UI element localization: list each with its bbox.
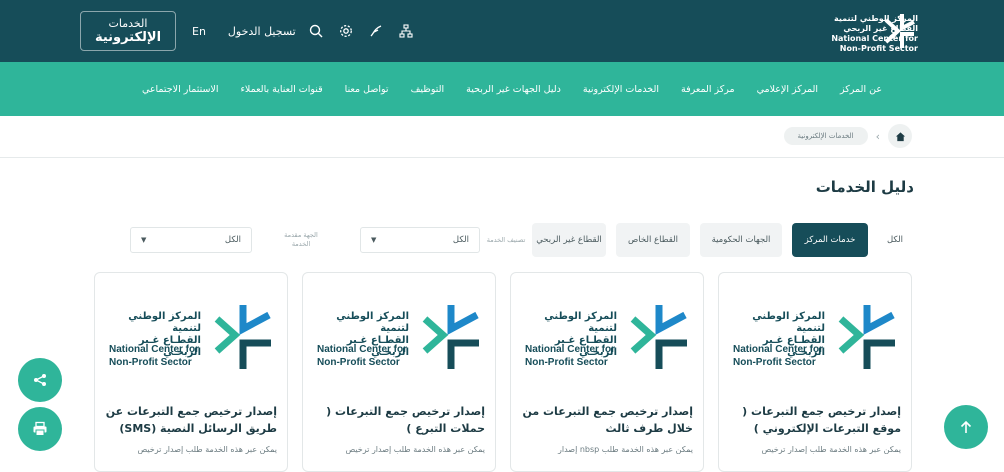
logo-en-line: National Center for <box>109 344 200 355</box>
filter-chip-nonprofit[interactable]: القطاع غير الربحي <box>532 223 606 257</box>
nav-item-nonprofit-directory[interactable]: دليل الجهات غير الربحية <box>466 84 561 95</box>
logo-en-line: Non-Profit Sector <box>525 357 608 368</box>
ncnp-mark-icon <box>214 305 271 369</box>
logo-text-en: National Center for Non-Profit Sector <box>525 343 615 369</box>
eservices-button[interactable]: الخدمات الإلكترونية <box>80 11 176 51</box>
nav-item-customer-care[interactable]: قنوات العناية بالعملاء <box>240 84 322 95</box>
ncnp-card-logo: المركز الوطني لتنمية القطـاع غـير الربحـ… <box>731 301 901 371</box>
chevron-left-icon: ‹ <box>875 129 880 143</box>
filter-chip-private-sector[interactable]: القطاع الخاص <box>616 223 690 257</box>
arrow-up-icon <box>960 420 972 433</box>
logo-ar-line: المركز الوطني لتنمية <box>752 311 825 334</box>
service-card-title[interactable]: إصدار ترخيص جمع التبرعات من خلال طرف ثال… <box>521 403 693 437</box>
nav-item-jobs[interactable]: التوظيف <box>411 84 445 95</box>
ncnp-card-logo: المركز الوطني لتنمية القطـاع غـير الربحـ… <box>523 301 693 371</box>
classification-label: تصنيف الخدمة <box>486 235 526 244</box>
accessibility-icon[interactable] <box>366 21 386 41</box>
ncnp-card-logo: المركز الوطني لتنمية القطـاع غـير الربحـ… <box>315 301 485 371</box>
login-link[interactable]: تسجيل الدخول <box>228 25 296 38</box>
service-card-desc: يمكن عبر هذه الخدمة طلب إصدار ترخيص <box>137 445 277 454</box>
print-button[interactable] <box>18 407 62 451</box>
share-icon <box>34 374 46 386</box>
filter-chip-center-services[interactable]: خدمات المركز <box>792 223 868 257</box>
logo-ar-line: المركز الوطني لتنمية <box>128 311 201 334</box>
caret-down-icon: ▼ <box>371 236 377 244</box>
nav-item-about[interactable]: عن المركز <box>840 84 882 95</box>
service-card[interactable]: المركز الوطني لتنمية القطـاع غـير الربحـ… <box>718 272 912 472</box>
service-card[interactable]: المركز الوطني لتنمية القطـاع غـير الربحـ… <box>94 272 288 472</box>
service-card-desc: يمكن عبر هذه الخدمة طلب إصدار ترخيص <box>761 445 901 454</box>
logo-ar-line: المركز الوطني لتنمية <box>336 311 409 334</box>
breadcrumb: ‹ الخدمات الإلكترونية <box>783 124 912 148</box>
provider-select[interactable]: الكل ▼ <box>130 227 252 253</box>
eservices-label-2: الإلكترونية <box>94 30 162 45</box>
nav-item-eservices[interactable]: الخدمات الإلكترونية <box>583 84 659 95</box>
service-card-title[interactable]: إصدار ترخيص جمع التبرعات ( موقع التبرعات… <box>729 403 901 437</box>
caret-down-icon: ▼ <box>141 236 147 244</box>
brand-line: القطاع غير الربحي <box>843 24 918 33</box>
logo-en-line: National Center for <box>733 344 824 355</box>
service-card-desc: يمكن عبر هذه الخدمة طلب nbsp إصدار <box>557 445 693 454</box>
nav-item-contact[interactable]: تواصل معنا <box>345 84 389 95</box>
provider-label: الجهة مقدمة الخدمة <box>284 231 318 248</box>
classification-value: الكل <box>452 235 469 245</box>
logo-text-en: National Center for Non-Profit Sector <box>109 343 199 369</box>
eservices-label-1: الخدمات <box>108 17 148 30</box>
ncnp-card-logo: المركز الوطني لتنمية القطـاع غـير الربحـ… <box>107 301 277 371</box>
filter-chip-government[interactable]: الجهات الحكومية <box>700 223 782 257</box>
share-button[interactable] <box>18 358 62 402</box>
home-icon[interactable] <box>888 124 912 148</box>
logo-en-line: Non-Profit Sector <box>317 357 400 368</box>
logo-text-en: National Center for Non-Profit Sector <box>733 343 823 369</box>
top-bar: المركز الوطني لتنمية القطاع غير الربحي N… <box>0 0 1004 62</box>
filter-bar: الكل خدمات المركز الجهات الحكومية القطاع… <box>130 222 912 258</box>
brand-line: Non-Profit Sector <box>839 44 918 53</box>
search-icon[interactable] <box>306 21 326 41</box>
logo-en-line: Non-Profit Sector <box>733 357 816 368</box>
nav-item-media[interactable]: المركز الإعلامي <box>757 84 818 95</box>
logo-en-line: National Center for <box>525 344 616 355</box>
logo-text-en: National Center for Non-Profit Sector <box>317 343 407 369</box>
ncnp-mark-icon <box>838 305 895 369</box>
service-card-title[interactable]: إصدار ترخيص جمع التبرعات ( حملات التبرع … <box>313 403 485 437</box>
brand-line: المركز الوطني لتنمية <box>834 14 918 23</box>
service-card[interactable]: المركز الوطني لتنمية القطـاع غـير الربحـ… <box>302 272 496 472</box>
page-title: دليل الخدمات <box>815 178 914 196</box>
classification-select[interactable]: الكل ▼ <box>360 227 480 253</box>
ncnp-mark-icon <box>422 305 479 369</box>
scroll-top-button[interactable] <box>944 405 988 449</box>
service-card[interactable]: المركز الوطني لتنمية القطـاع غـير الربحـ… <box>510 272 704 472</box>
sitemap-icon[interactable] <box>396 21 416 41</box>
print-icon <box>33 421 47 436</box>
breadcrumb-current[interactable]: الخدمات الإلكترونية <box>783 127 868 145</box>
nav-item-social-investment[interactable]: الاستثمار الاجتماعي <box>142 84 219 95</box>
brand-text[interactable]: المركز الوطني لتنمية القطاع غير الربحي N… <box>798 14 918 54</box>
brand-line: National Center for <box>831 34 918 43</box>
main-nav: عن المركز المركز الإعلامي مركز المعرفة ا… <box>0 62 1004 116</box>
logo-en-line: National Center for <box>317 344 408 355</box>
header-tools: الخدمات الإلكترونية En تسجيل الدخول <box>80 0 416 62</box>
settings-icon[interactable] <box>336 21 356 41</box>
filter-chip-all[interactable]: الكل <box>878 223 912 257</box>
divider <box>0 157 1004 158</box>
logo-ar-line: المركز الوطني لتنمية <box>544 311 617 334</box>
service-card-title[interactable]: إصدار ترخيص جمع التبرعات عن طريق الرسائل… <box>105 403 277 437</box>
language-toggle[interactable]: En <box>192 25 206 38</box>
provider-value: الكل <box>224 235 241 245</box>
service-card-desc: يمكن عبر هذه الخدمة طلب إصدار ترخيص <box>345 445 485 454</box>
logo-en-line: Non-Profit Sector <box>109 357 192 368</box>
ncnp-mark-icon <box>630 305 687 369</box>
nav-item-knowledge[interactable]: مركز المعرفة <box>681 84 735 95</box>
